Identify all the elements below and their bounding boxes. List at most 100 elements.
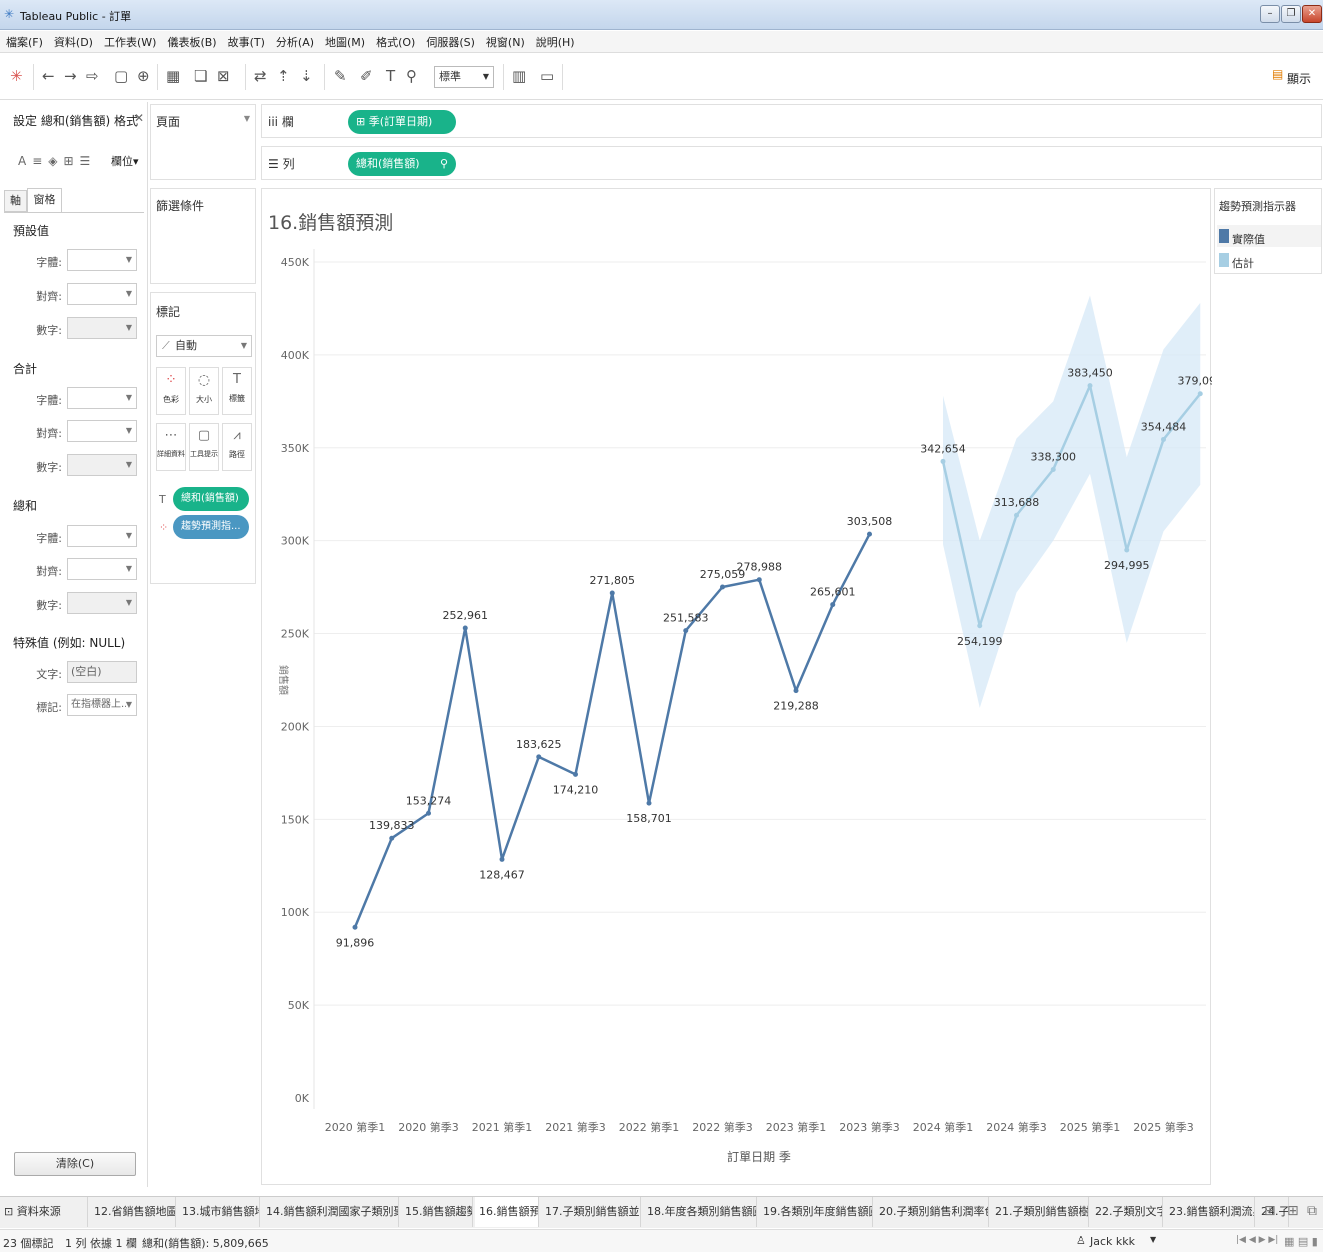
sheet-tab[interactable]: 17.子類別銷售額並排圖 [541, 1197, 641, 1227]
data-point[interactable] [646, 800, 652, 806]
rows-pill[interactable]: 總和(銷售額) ⚲ [348, 152, 456, 176]
presentation-icon[interactable]: ▭ [540, 67, 554, 85]
total-font-select[interactable]: ▼ [67, 387, 137, 409]
total-align-select[interactable]: ▼ [67, 420, 137, 442]
new-sheet-icon[interactable]: ▦ [166, 67, 180, 85]
close-icon[interactable]: ✕ [134, 111, 144, 125]
menu-item-1[interactable]: 資料(D) [54, 34, 93, 50]
sum-font-select[interactable]: ▼ [67, 525, 137, 547]
marks-pill-sales[interactable]: 總和(銷售額) [173, 487, 249, 511]
tab-data-source[interactable]: ⊡ 資料來源 [0, 1197, 88, 1227]
path-button[interactable]: ⩘ 路徑 [222, 423, 252, 471]
clear-sheet-icon[interactable]: ⊠ [217, 67, 230, 85]
sheet-tab[interactable]: 21.子類別銷售額樹狀圖 [991, 1197, 1089, 1227]
view-mode-icons[interactable]: ▦ ▤ ▮ [1284, 1235, 1318, 1248]
menu-item-4[interactable]: 故事(T) [228, 34, 265, 50]
sheet-tab[interactable]: 20.子類別銷售利潤率色差圖 [875, 1197, 989, 1227]
new-story-icon[interactable]: ⧉ [1307, 1203, 1317, 1219]
data-point[interactable] [1014, 512, 1019, 518]
total-number-select[interactable]: ▼ [67, 454, 137, 476]
sheet-tab[interactable]: 23.銷售額利潤流星圖 [1165, 1197, 1255, 1227]
pages-card[interactable]: 頁面 ▼ [150, 104, 256, 180]
tab-axis[interactable]: 軸 [4, 190, 27, 212]
data-point[interactable] [1197, 391, 1203, 397]
tableau-logo-icon[interactable]: ✳ [10, 67, 23, 85]
detail-button[interactable]: ⋯ 詳細資料 [156, 423, 186, 471]
data-point[interactable] [683, 628, 689, 634]
sheet-tab[interactable]: 19.各類別年度銷售額圓餅圖 [759, 1197, 873, 1227]
data-point[interactable] [756, 577, 762, 583]
maximize-button[interactable]: ❐ [1281, 5, 1301, 23]
mark-type-select[interactable]: ⟋ 自動 ▼ [156, 335, 252, 357]
color-button[interactable]: ⁘ 色彩 [156, 367, 186, 415]
menu-item-0[interactable]: 檔案(F) [6, 34, 43, 50]
status-user[interactable]: Jack kkk [1090, 1235, 1135, 1248]
legend-swatch-estimate[interactable] [1219, 253, 1229, 267]
default-align-select[interactable]: ▼ [67, 283, 137, 305]
replay-icon[interactable]: ⇨ [86, 67, 99, 85]
data-point[interactable] [536, 754, 542, 760]
sheet-tab[interactable]: 22.子類別文字雲 [1091, 1197, 1163, 1227]
sum-number-select[interactable]: ▼ [67, 592, 137, 614]
chevron-down-icon[interactable]: ▼ [1150, 1235, 1156, 1244]
clear-button[interactable]: 清除(C) [14, 1152, 136, 1176]
data-point[interactable] [1087, 383, 1093, 389]
minimize-button[interactable]: – [1260, 5, 1280, 23]
format-type-icons[interactable]: A≡◈⊞☰ [18, 154, 96, 168]
data-point[interactable] [793, 688, 799, 694]
data-point[interactable] [867, 531, 872, 537]
label-button[interactable]: T 標籤 [222, 367, 252, 415]
pin-icon[interactable]: ⚲ [406, 67, 417, 85]
line-chart[interactable]: 16.銷售額預測 0K 50K 100K 150K 200K 250K 300K 350K 400… [262, 189, 1223, 1186]
show-me-label[interactable]: 顯示 [1287, 70, 1311, 87]
data-point[interactable] [830, 602, 836, 608]
menu-item-7[interactable]: 格式(O) [376, 34, 415, 50]
legend-swatch-actual[interactable] [1219, 229, 1229, 243]
menu-item-10[interactable]: 說明(H) [536, 34, 575, 50]
filters-card[interactable]: 篩選條件 [150, 188, 256, 284]
redo-icon[interactable]: → [64, 67, 77, 85]
sort-asc-icon[interactable]: ⇡ [277, 67, 290, 85]
default-font-select[interactable]: ▼ [67, 249, 137, 271]
data-point[interactable] [1124, 547, 1130, 553]
menu-item-2[interactable]: 工作表(W) [104, 34, 156, 50]
show-me-icon[interactable]: ▤ [1272, 67, 1283, 81]
data-point[interactable] [389, 835, 395, 841]
columns-pill[interactable]: ⊞ 季(訂單日期) [348, 110, 456, 134]
show-labels-icon[interactable]: T [386, 67, 395, 85]
swap-icon[interactable]: ⇄ [254, 67, 267, 85]
menu-item-3[interactable]: 儀表板(B) [167, 34, 216, 50]
data-point[interactable] [462, 625, 468, 631]
legend-label-actual[interactable]: 實際值 [1232, 231, 1265, 247]
data-point[interactable] [1050, 467, 1056, 473]
special-text-field[interactable]: (空白) [67, 661, 137, 683]
sheet-tab[interactable]: 15.銷售額趨勢線 [401, 1197, 473, 1227]
new-worksheet-icon[interactable]: ⊞ [1264, 1203, 1276, 1219]
tab-pane[interactable]: 窗格 [27, 188, 62, 212]
legend-label-estimate[interactable]: 估計 [1232, 255, 1254, 271]
sheet-tab[interactable]: 12.省銷售額地圖 [90, 1197, 176, 1227]
size-button[interactable]: ◌ 大小 [189, 367, 219, 415]
data-point[interactable] [426, 810, 431, 816]
marks-pill-forecast[interactable]: 趨勢預測指... [173, 515, 249, 539]
sheet-tab[interactable]: 14.銷售額利潤國家子類別聚合度量 [262, 1197, 399, 1227]
group-icon[interactable]: ✐ [360, 67, 373, 85]
duplicate-sheet-icon[interactable]: ❏ [194, 67, 207, 85]
new-dashboard-icon[interactable]: ⊞ [1287, 1203, 1299, 1219]
menu-item-9[interactable]: 視窗(N) [486, 34, 525, 50]
tooltip-button[interactable]: ▢ 工具提示 [189, 423, 219, 471]
sum-align-select[interactable]: ▼ [67, 558, 137, 580]
close-button[interactable]: ✕ [1302, 5, 1322, 23]
fit-select[interactable]: 標準 ▼ [434, 66, 494, 88]
default-number-select[interactable]: ▼ [67, 317, 137, 339]
new-datasource-icon[interactable]: ⊕ [137, 67, 150, 85]
save-icon[interactable]: ▢ [114, 67, 128, 85]
menu-item-8[interactable]: 伺服器(S) [426, 34, 475, 50]
undo-icon[interactable]: ← [42, 67, 55, 85]
menu-item-5[interactable]: 分析(A) [276, 34, 314, 50]
sheet-tab[interactable]: 18.年度各類別銷售額圓餅圖 [643, 1197, 757, 1227]
data-point[interactable] [940, 458, 946, 464]
sheet-nav-icons[interactable]: |◀ ◀ ▶ ▶| [1236, 1235, 1278, 1245]
data-point[interactable] [977, 623, 983, 629]
data-point[interactable] [720, 584, 725, 590]
